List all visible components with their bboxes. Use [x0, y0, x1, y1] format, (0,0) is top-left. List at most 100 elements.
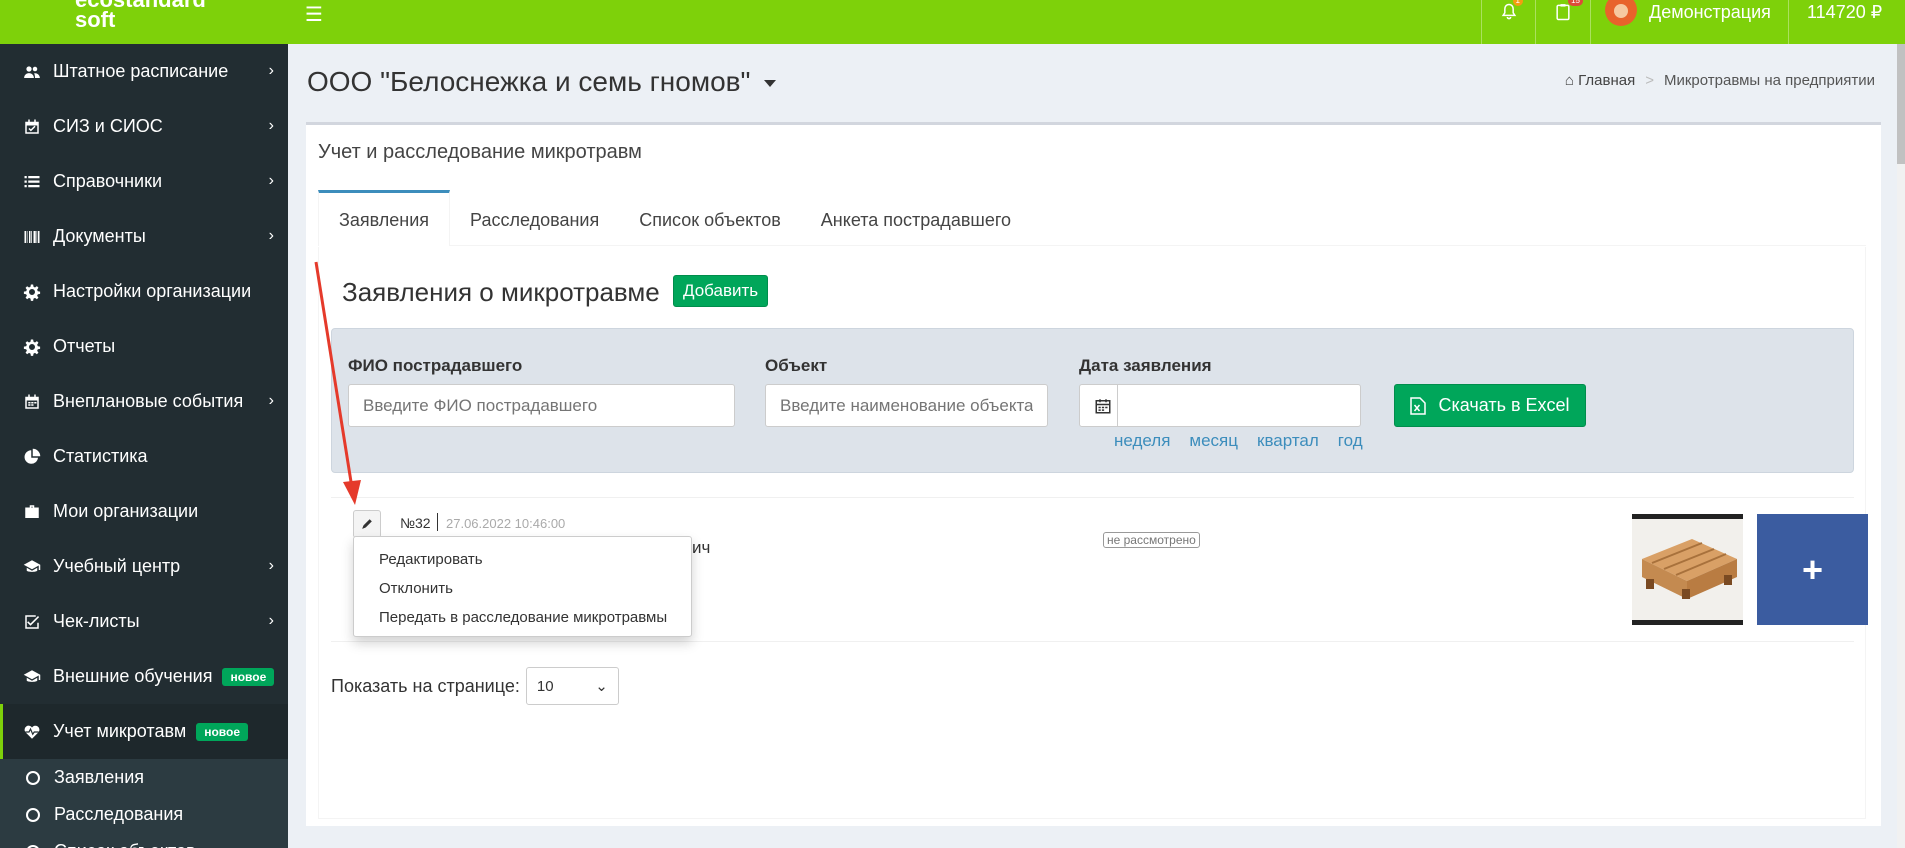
chevron-right-icon: ›: [268, 392, 274, 409]
chevron-right-icon: ›: [268, 117, 274, 134]
per-page-control: Показать на странице: 10 ⌄: [331, 667, 619, 705]
sidebar-item-2[interactable]: Справочники ›: [0, 154, 288, 209]
caret-down-icon: [764, 80, 777, 88]
period-links: неделя месяц квартал год: [1114, 431, 1363, 451]
gear-icon: [22, 337, 42, 357]
chevron-right-icon: ›: [268, 172, 274, 189]
sidebar-item-label: Учет микротавм: [53, 721, 187, 741]
page-scrollbar[interactable]: [1897, 44, 1905, 848]
excel-file-icon: [1410, 396, 1427, 415]
notifications-button[interactable]: 1: [1481, 0, 1535, 44]
add-photo-button[interactable]: +: [1757, 514, 1868, 625]
sidebar-item-11[interactable]: Внешние обучения новое: [0, 649, 288, 704]
sidebar-item-4[interactable]: Настройки организации: [0, 264, 288, 319]
sidebar-item-7[interactable]: Статистика: [0, 429, 288, 484]
users-icon: [22, 62, 42, 82]
logo[interactable]: ecostandard soft: [0, 0, 288, 44]
gear-icon: [22, 282, 42, 302]
sidebar-item-6[interactable]: Внеплановые события ›: [0, 374, 288, 429]
sidebar-item-label: Статистика: [53, 446, 148, 466]
sidebar-item-5[interactable]: Отчеты: [0, 319, 288, 374]
date-input[interactable]: [1117, 384, 1361, 427]
balance[interactable]: 114720 ₽: [1788, 0, 1905, 44]
checkbox-icon: [22, 612, 42, 632]
section-heading: Заявления о микротравме: [342, 277, 660, 307]
sidebar-item-label: Справочники: [53, 171, 163, 191]
logo-line2: soft: [75, 7, 116, 32]
sidebar-item-8[interactable]: Мои организации: [0, 484, 288, 539]
sidebar-item-12[interactable]: Учет микротавм новое: [0, 704, 288, 759]
sidebar-item-0[interactable]: Штатное расписание ›: [0, 44, 288, 99]
fio-input[interactable]: [348, 384, 735, 427]
submenu-item-2[interactable]: Список объектов: [0, 833, 288, 848]
record-date: 27.06.2022 10:46:00: [446, 516, 566, 531]
status-badge: не рассмотрено: [1103, 532, 1200, 548]
per-page-label: Показать на странице:: [331, 675, 520, 696]
tab-investigations[interactable]: Расследования: [450, 190, 619, 246]
home-icon: ⌂: [1564, 72, 1574, 89]
org-selector[interactable]: ООО "Белоснежка и семь гномов": [307, 66, 777, 98]
tasks-button[interactable]: 15: [1535, 0, 1589, 44]
graduation-cap-icon: [22, 557, 42, 577]
submenu-item-label: Заявления: [54, 767, 145, 787]
sidebar-item-9[interactable]: Учебный центр ›: [0, 539, 288, 594]
excel-download-button[interactable]: Скачать в Excel: [1394, 384, 1586, 427]
sidebar-item-label: Внеплановые события: [53, 391, 244, 411]
circle-icon: [26, 844, 40, 848]
tab-victim-form[interactable]: Анкета пострадавшего: [801, 190, 1031, 246]
chevron-right-icon: ›: [268, 612, 274, 629]
tab-pane-applications: Заявления о микротравме Добавить ФИО пос…: [318, 247, 1868, 819]
pencil-icon: [362, 519, 372, 529]
avatar: [1605, 0, 1637, 26]
menu-toggle-icon[interactable]: ☰: [305, 2, 323, 27]
edit-menu-button[interactable]: [353, 510, 381, 538]
object-input[interactable]: [765, 384, 1048, 427]
briefcase-icon: [22, 502, 42, 522]
pallet-image: [1632, 519, 1743, 620]
menu-item-reject[interactable]: Отклонить: [354, 574, 691, 603]
period-month-link[interactable]: месяц: [1189, 431, 1238, 451]
add-button[interactable]: Добавить: [673, 275, 769, 307]
microtrauma-box: Учет и расследование микротравм Заявлени…: [306, 122, 1881, 826]
sidebar-item-10[interactable]: Чек-листы ›: [0, 594, 288, 649]
submenu-item-1[interactable]: Расследования: [0, 796, 288, 833]
sidebar-item-3[interactable]: Документы ›: [0, 209, 288, 264]
sidebar-item-label: Настройки организации: [53, 281, 252, 301]
sidebar-item-label: СИЗ и СИОС: [53, 116, 163, 136]
row-actions-dropdown: Редактировать Отклонить Передать в рассл…: [353, 536, 692, 637]
sidebar: Штатное расписание › СИЗ и СИОС › Справочник…: [0, 44, 288, 848]
box-title: Учет и расследование микротравм: [318, 141, 642, 163]
filter-panel: ФИО пострадавшего Объект Дата заявления …: [331, 328, 1854, 473]
user-menu[interactable]: Демонстрация: [1590, 0, 1788, 44]
sidebar-item-label: Чек-листы: [53, 611, 140, 631]
calendar-icon: [22, 392, 42, 412]
scrollbar-thumb[interactable]: [1897, 44, 1905, 164]
tab-objects[interactable]: Список объектов: [619, 190, 801, 246]
chevron-down-icon: ⌄: [595, 678, 608, 695]
victim-name: ич: [692, 538, 711, 557]
submenu-item-0[interactable]: Заявления: [0, 759, 288, 796]
circle-icon: [26, 770, 40, 785]
heartbeat-icon: [22, 722, 42, 742]
sidebar-item-label: Отчеты: [53, 336, 116, 356]
sidebar-item-label: Внешние обучения: [53, 666, 213, 686]
org-name: ООО "Белоснежка и семь гномов": [307, 66, 751, 97]
sidebar-item-1[interactable]: СИЗ и СИОС ›: [0, 99, 288, 154]
sidebar-submenu: Заявления Расследования Список объектов: [0, 759, 288, 848]
period-year-link[interactable]: год: [1338, 431, 1363, 451]
menu-item-send-to-investigation[interactable]: Передать в расследование микротравмы: [354, 603, 691, 632]
breadcrumb-home[interactable]: ⌂ Главная: [1565, 72, 1635, 89]
barcode-icon: [22, 227, 42, 247]
menu-item-edit[interactable]: Редактировать: [354, 545, 691, 574]
submenu-item-label: Расследования: [54, 804, 184, 824]
excel-download-label: Скачать в Excel: [1438, 395, 1570, 415]
pie-chart-icon: [22, 447, 42, 467]
tabs: Заявления Расследования Список объектов …: [318, 190, 1866, 246]
tab-applications[interactable]: Заявления: [318, 190, 451, 246]
per-page-select[interactable]: 10 ⌄: [525, 667, 619, 705]
period-quarter-link[interactable]: квартал: [1257, 431, 1319, 451]
new-badge: новое: [196, 722, 249, 741]
attachment-photo[interactable]: [1632, 514, 1743, 625]
period-week-link[interactable]: неделя: [1114, 431, 1170, 451]
breadcrumb-separator: >: [1645, 72, 1654, 89]
